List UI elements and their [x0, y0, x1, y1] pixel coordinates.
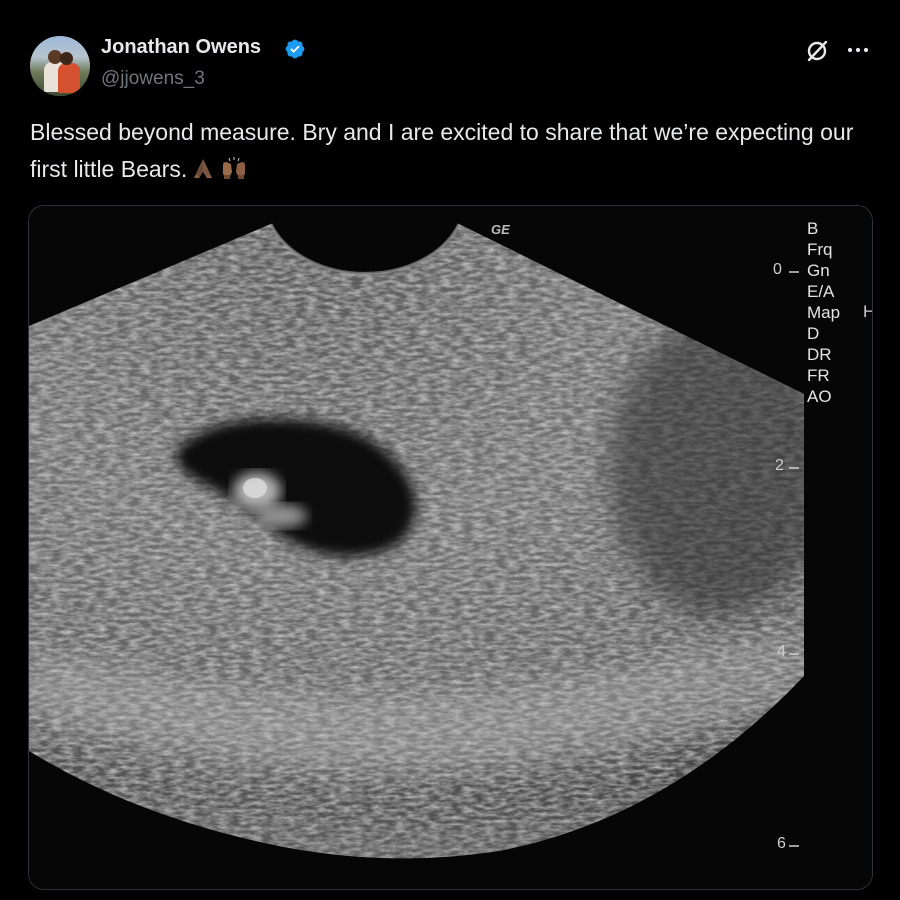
verified-badge-icon	[285, 39, 305, 59]
param-label: FR	[807, 366, 830, 385]
ge-label: GE	[491, 222, 510, 237]
ultrasound-scan	[29, 206, 872, 889]
tweet-text: Blessed beyond measure. Bry and I are ex…	[30, 114, 860, 188]
param-label: Gn	[807, 261, 830, 280]
param-label: Frq	[807, 240, 833, 259]
tweet-body: Blessed beyond measure. Bry and I are ex…	[30, 119, 854, 182]
param-label: DR	[807, 345, 832, 364]
depth-mark: 4	[777, 643, 786, 660]
ultrasound-parameters: B Frq Gn E/A Map D DR FR AO	[807, 218, 840, 407]
avatar[interactable]	[30, 36, 90, 96]
more-options-icon[interactable]	[843, 38, 873, 64]
param-label: D	[807, 324, 820, 343]
map-suffix-label: H	[863, 302, 872, 322]
param-label: Map	[807, 303, 841, 322]
depth-mark: 6	[777, 835, 786, 852]
param-label: E/A	[807, 282, 835, 301]
grok-icon[interactable]	[804, 38, 830, 64]
raised-hands-emoji	[223, 157, 246, 179]
tweet: Jonathan Owens @jjowens_3 Blessed beyond…	[0, 0, 900, 900]
param-label: B	[807, 219, 819, 238]
author-name[interactable]: Jonathan Owens	[101, 36, 261, 59]
depth-mark: 2	[775, 457, 784, 474]
depth-mark: 0	[773, 261, 782, 278]
author-handle[interactable]: @jjowens_3	[101, 68, 205, 90]
ultrasound-image[interactable]: GE B Frq Gn E/A Map D DR FR AO H 0 2 4 6	[28, 205, 873, 890]
folded-hands-emoji	[194, 159, 213, 178]
param-label: AO	[807, 387, 832, 406]
